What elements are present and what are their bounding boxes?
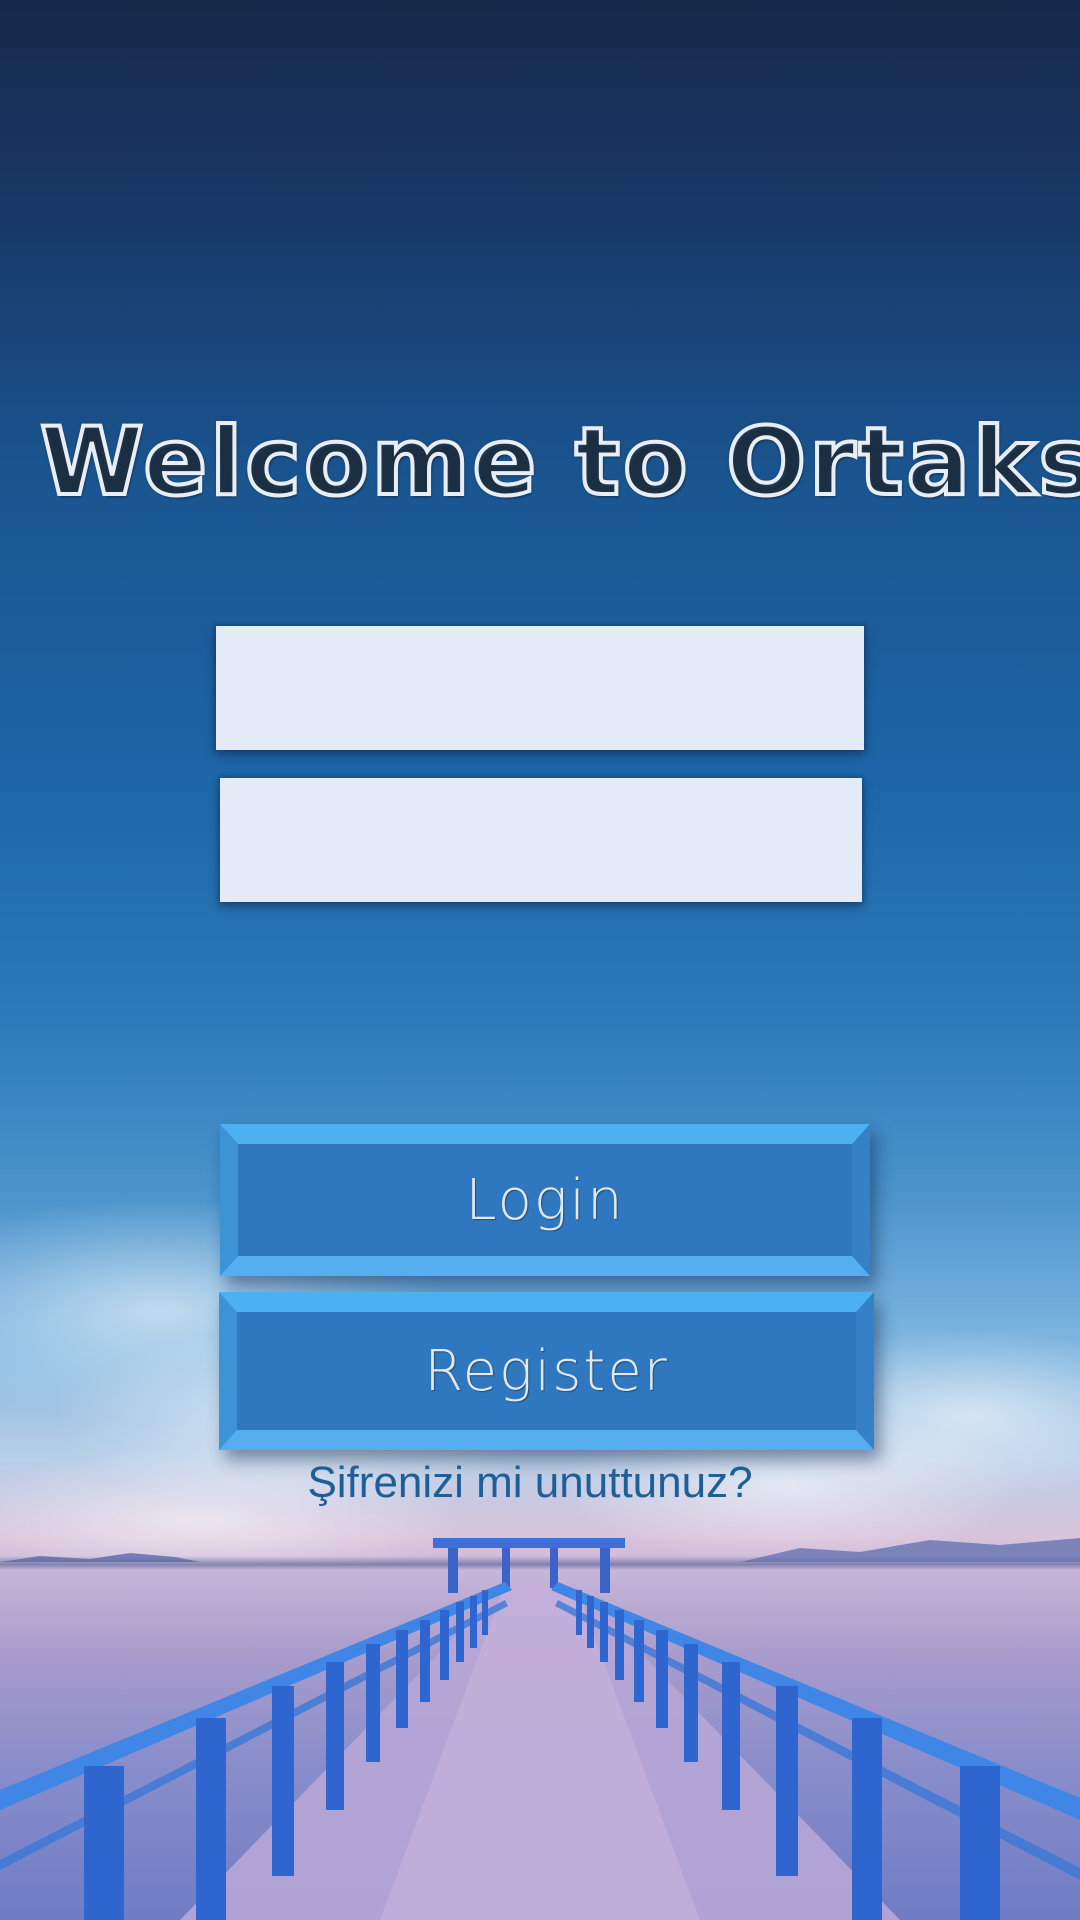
register-button[interactable]: Register bbox=[219, 1292, 874, 1450]
pier-gate-post bbox=[502, 1548, 510, 1588]
welcome-title: Welcome to Ortaksi bbox=[38, 406, 1080, 519]
pier-gate-post bbox=[550, 1548, 558, 1588]
pier-illustration bbox=[0, 1538, 1080, 1920]
login-button[interactable]: Login bbox=[220, 1124, 870, 1276]
login-screen: Welcome to Ortaksi Login Register Şifren… bbox=[0, 0, 1080, 1920]
pier-gate-post bbox=[448, 1548, 458, 1593]
distant-island bbox=[0, 1553, 200, 1562]
password-field[interactable] bbox=[220, 778, 862, 902]
forgot-password-link[interactable]: Şifrenizi mi unuttunuz? bbox=[200, 1458, 860, 1508]
username-field[interactable] bbox=[216, 626, 864, 750]
register-button-label: Register bbox=[424, 1338, 669, 1404]
pier-gate-post bbox=[600, 1548, 610, 1593]
pier-gate-roof bbox=[433, 1538, 625, 1548]
login-button-label: Login bbox=[465, 1167, 625, 1233]
distant-island bbox=[740, 1538, 1080, 1562]
